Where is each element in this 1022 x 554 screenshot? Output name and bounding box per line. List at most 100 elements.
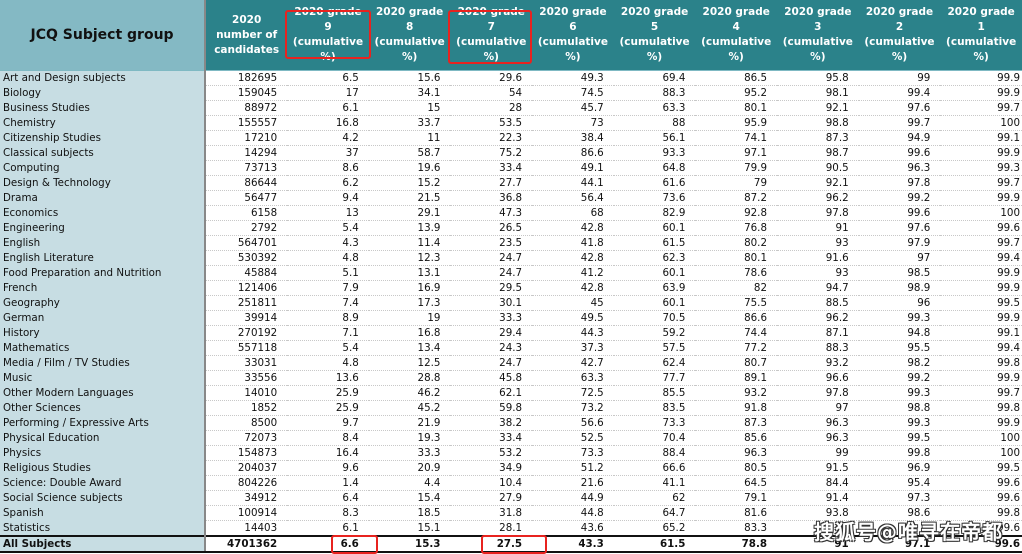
grade-7-cell: 33.4 bbox=[450, 160, 533, 176]
grade-5-cell: 63.9 bbox=[613, 280, 696, 296]
grade-1-cell: 99.8 bbox=[940, 400, 1022, 416]
candidates-cell: 73713 bbox=[205, 160, 288, 176]
grade-9-cell: 6.1 bbox=[287, 100, 369, 116]
candidates-cell: 251811 bbox=[205, 295, 288, 311]
candidates-cell: 270192 bbox=[205, 325, 288, 341]
grade-9-cell: 4.8 bbox=[287, 355, 369, 371]
grade-4-cell: 83.3 bbox=[695, 520, 778, 537]
column-header-subject: JCQ Subject group bbox=[0, 0, 207, 71]
grade-8-cell: 15.3 bbox=[368, 535, 451, 553]
grade-3-cell: 84.4 bbox=[777, 475, 859, 491]
grade-3-cell: 92.1 bbox=[777, 175, 859, 191]
table-row: Other Sciences 1852 25.9 45.2 59.8 73.2 83.5 91… bbox=[0, 400, 1022, 416]
grade-2-cell: 99.3 bbox=[858, 310, 941, 326]
grade-6-cell: 74.5 bbox=[532, 85, 614, 101]
grade-7-cell: 30.1 bbox=[450, 295, 533, 311]
table-row: Social Science subjects 34912 6.4 15.4 27.9 4… bbox=[0, 490, 1022, 506]
grade-4-cell: 78.8 bbox=[695, 535, 778, 553]
subject-name: Business Studies bbox=[0, 100, 207, 116]
grade-7-cell: 10.4 bbox=[450, 475, 533, 491]
column-header-grade-3: 2020 grade 3 (cumulative %) bbox=[777, 0, 859, 71]
grade-1-cell: 99.3 bbox=[940, 160, 1022, 176]
grade-6-cell: 52.5 bbox=[532, 430, 614, 446]
candidates-cell: 182695 bbox=[205, 70, 288, 86]
grade-8-cell: 11 bbox=[368, 130, 451, 146]
grade-6-cell: 49.1 bbox=[532, 160, 614, 176]
grade-9-cell: 16.4 bbox=[287, 445, 369, 461]
grade-4-cell: 74.4 bbox=[695, 325, 778, 341]
grade-4-cell: 77.2 bbox=[695, 340, 778, 356]
grade-6-cell: 44.3 bbox=[532, 325, 614, 341]
watermark: 搜狐号@唯寻在帝都 bbox=[814, 520, 1003, 544]
grade-8-cell: 13.4 bbox=[368, 340, 451, 356]
grade-7-cell: 31.8 bbox=[450, 505, 533, 521]
table-row: English 564701 4.3 11.4 23.5 41.8 61.5 80.2 93 97… bbox=[0, 235, 1022, 251]
grade-7-cell: 24.7 bbox=[450, 355, 533, 371]
grade-4-cell: 86.6 bbox=[695, 310, 778, 326]
grade-4-cell: 76.8 bbox=[695, 220, 778, 236]
subject-name: Science: Double Award bbox=[0, 475, 207, 491]
grade-8-cell: 16.9 bbox=[368, 280, 451, 296]
grade-1-cell: 99.7 bbox=[940, 175, 1022, 191]
grade-3-cell: 97.8 bbox=[777, 205, 859, 221]
grade-8-cell: 20.9 bbox=[368, 460, 451, 476]
grade-5-cell: 93.3 bbox=[613, 145, 696, 161]
subject-name: Spanish bbox=[0, 505, 207, 521]
grade-5-cell: 41.1 bbox=[613, 475, 696, 491]
grade-2-cell: 94.9 bbox=[858, 130, 941, 146]
subject-name: English bbox=[0, 235, 207, 251]
grade-8-cell: 17.3 bbox=[368, 295, 451, 311]
grade-1-cell: 100 bbox=[940, 115, 1022, 131]
grade-6-cell: 51.2 bbox=[532, 460, 614, 476]
grade-9-cell: 7.1 bbox=[287, 325, 369, 341]
grade-3-cell: 96.3 bbox=[777, 430, 859, 446]
grade-9-cell: 6.2 bbox=[287, 175, 369, 191]
grade-9-cell: 5.4 bbox=[287, 340, 369, 356]
grade-3-cell: 90.5 bbox=[777, 160, 859, 176]
grade-7-cell: 23.5 bbox=[450, 235, 533, 251]
candidates-cell: 159045 bbox=[205, 85, 288, 101]
column-header-grade-4: 2020 grade 4 (cumulative %) bbox=[695, 0, 778, 71]
grade-3-cell: 96.6 bbox=[777, 370, 859, 386]
grade-8-cell: 15.4 bbox=[368, 490, 451, 506]
grade-6-cell: 43.6 bbox=[532, 520, 614, 537]
grade-9-cell: 6.1 bbox=[287, 520, 369, 537]
grade-1-cell: 99.9 bbox=[940, 370, 1022, 386]
grade-8-cell: 29.1 bbox=[368, 205, 451, 221]
subject-name: Social Science subjects bbox=[0, 490, 207, 506]
subject-name: Art and Design subjects bbox=[0, 70, 207, 86]
grade-5-cell: 64.8 bbox=[613, 160, 696, 176]
grade-9-cell: 7.4 bbox=[287, 295, 369, 311]
grade-3-cell: 96.3 bbox=[777, 415, 859, 431]
table-row: Economics 6158 13 29.1 47.3 68 82.9 92.8 97.8 99.… bbox=[0, 205, 1022, 221]
grade-7-cell: 24.7 bbox=[450, 250, 533, 266]
grade-9-cell: 6.4 bbox=[287, 490, 369, 506]
grade-5-cell: 61.6 bbox=[613, 175, 696, 191]
grade-4-cell: 79 bbox=[695, 175, 778, 191]
table-row: Media / Film / TV Studies 33031 4.8 12.5 24.… bbox=[0, 355, 1022, 371]
grade-3-cell: 91.6 bbox=[777, 250, 859, 266]
grade-9-cell: 6.5 bbox=[287, 70, 369, 86]
grade-1-cell: 99.7 bbox=[940, 385, 1022, 401]
grade-1-cell: 99.9 bbox=[940, 310, 1022, 326]
grade-5-cell: 60.1 bbox=[613, 265, 696, 281]
table-row: Drama 56477 9.4 21.5 36.8 56.4 73.6 87.2 96.2 99.… bbox=[0, 190, 1022, 206]
grades-table: JCQ Subject group 2020 number of candidat… bbox=[0, 0, 1022, 553]
grade-1-cell: 99.8 bbox=[940, 355, 1022, 371]
grade-6-cell: 73 bbox=[532, 115, 614, 131]
grade-4-cell: 80.1 bbox=[695, 100, 778, 116]
grade-2-cell: 97.3 bbox=[858, 490, 941, 506]
candidates-cell: 804226 bbox=[205, 475, 288, 491]
grade-7-cell: 24.7 bbox=[450, 265, 533, 281]
grade-9-cell: 9.6 bbox=[287, 460, 369, 476]
grade-9-cell: 25.9 bbox=[287, 400, 369, 416]
grade-6-cell: 63.3 bbox=[532, 370, 614, 386]
table-row: Citizenship Studies 17210 4.2 11 22.3 38.4 56.… bbox=[0, 130, 1022, 146]
grade-4-cell: 80.1 bbox=[695, 250, 778, 266]
subject-name: History bbox=[0, 325, 207, 341]
grade-6-cell: 38.4 bbox=[532, 130, 614, 146]
grade-7-cell: 27.5 bbox=[450, 535, 533, 553]
grade-6-cell: 45 bbox=[532, 295, 614, 311]
grade-8-cell: 12.5 bbox=[368, 355, 451, 371]
column-header-grade-8: 2020 grade 8 (cumulative %) bbox=[368, 0, 451, 71]
